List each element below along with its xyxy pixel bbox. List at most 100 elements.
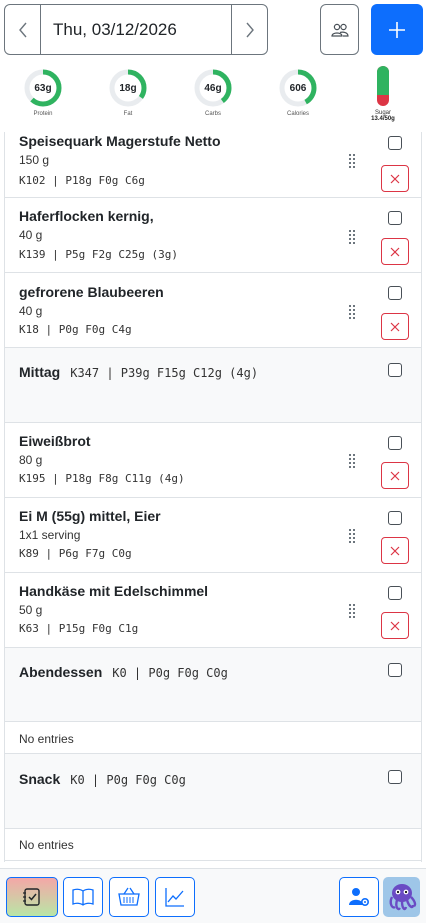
no-entries-text: No entries [19,732,74,746]
diary-check-icon [23,888,40,906]
food-name: Ei M (55g) mittel, Eier [19,508,161,524]
chevron-right-icon [245,22,254,37]
food-name: Handkäse mit Edelschimmel [19,583,209,599]
close-icon [390,247,400,256]
meal-section-snack[interactable]: Snack K0 | P0g F0g C0g [5,754,421,829]
drag-handle-icon[interactable] [348,529,356,543]
delete-button[interactable] [381,537,409,564]
section-macros: K0 | P0g F0g C0g [112,666,228,680]
delete-button[interactable] [381,165,409,192]
section-name: Mittag [19,364,61,380]
select-checkbox[interactable] [388,363,402,377]
close-icon [390,621,400,630]
sugar-value: 13.4/50g [371,116,395,122]
delete-button[interactable] [381,612,409,639]
select-checkbox[interactable] [388,286,402,300]
gauge-value: 46g [204,82,222,94]
food-amount: 1x1 serving [19,528,81,542]
empty-row: No entries [5,722,421,754]
food-amount: 40 g [19,304,43,318]
food-macros: K102 | P18g F0g C6g [19,174,145,187]
food-amount: 50 g [19,603,43,617]
select-checkbox[interactable] [388,663,402,677]
food-amount: 80 g [19,453,43,467]
list-item[interactable]: Speisequark Magerstufe Netto 150 g K102 … [5,132,421,198]
gauge-value: 18g [119,82,137,94]
section-macros: K0 | P0g F0g C0g [70,773,186,787]
date-picker: Thu, 03/12/2026 [4,4,268,55]
gauge-label: Fat [123,111,133,117]
gauge-value: 63g [34,82,52,94]
close-icon [390,546,400,555]
app: Thu, 03/12/2026 63g Protein 18g Fat 46g … [0,0,426,923]
octopus-avatar-icon [389,884,416,911]
section-header: Abendessen K0 | P0g F0g C0g [19,664,228,680]
list-item[interactable]: gefrorene Blaubeeren 40 g K18 | P0g F0g … [5,273,421,348]
select-checkbox[interactable] [388,436,402,450]
people-icon [330,23,349,37]
meal-section-abendessen[interactable]: Abendessen K0 | P0g F0g C0g [5,648,421,722]
list-item[interactable]: Haferflocken kernig, 40 g K139 | P5g F2g… [5,198,421,273]
food-macros: K18 | P0g F0g C4g [19,323,132,336]
drag-handle-icon[interactable] [348,305,356,319]
gauge-ring: 63g [23,68,63,108]
list-item[interactable]: Handkäse mit Edelschimmel 50 g K63 | P15… [5,573,421,648]
next-day-button[interactable] [231,5,267,54]
plus-icon [389,21,405,38]
empty-row: No entries [5,829,421,861]
select-checkbox[interactable] [388,211,402,225]
close-icon [390,322,400,331]
food-macros: K139 | P5g F2g C25g (3g) [19,248,178,261]
drag-handle-icon[interactable] [348,230,356,244]
gauge-ring: 606 [278,68,318,108]
meal-section-mittag[interactable]: Mittag K347 | P39g F15g C12g (4g) [5,348,421,423]
add-entry-button[interactable] [371,4,423,55]
food-amount: 150 g [19,153,50,167]
drag-handle-icon[interactable] [348,154,356,168]
chevron-left-icon [18,22,27,37]
select-checkbox[interactable] [388,136,402,150]
nav-shopping-button[interactable] [109,877,149,917]
food-name: gefrorene Blaubeeren [19,284,164,300]
avatar[interactable] [383,877,420,917]
delete-button[interactable] [381,238,409,265]
food-amount: 40 g [19,228,43,242]
calories-gauge: 606 Calories [268,62,328,117]
nav-recipes-button[interactable] [63,877,103,917]
gauge-ring: 18g [108,68,148,108]
food-macros: K63 | P15g F0g C1g [19,622,139,635]
select-checkbox[interactable] [388,511,402,525]
user-settings-icon [349,888,370,907]
drag-handle-icon[interactable] [348,604,356,618]
nav-diary-button[interactable] [6,877,58,917]
food-macros: K89 | P6g F7g C0g [19,547,132,560]
no-entries-text: No entries [19,838,74,852]
gauge-label: Carbs [204,111,221,117]
select-checkbox[interactable] [388,770,402,784]
friends-button[interactable] [320,4,359,55]
food-name: Speisequark Magerstufe Netto [19,133,221,149]
section-name: Snack [19,771,61,787]
previous-day-button[interactable] [5,5,41,54]
list-item[interactable]: Eiweißbrot 80 g K195 | P18g F8g C11g (4g… [5,423,421,498]
gauge-label: Calories [286,111,309,117]
nav-user-settings-button[interactable] [339,877,379,917]
gauge-value: 606 [289,82,307,94]
section-macros: K347 | P39g F15g C12g (4g) [70,366,259,380]
chart-icon [165,888,184,907]
delete-button[interactable] [381,462,409,489]
delete-button[interactable] [381,313,409,340]
protein-gauge: 63g Protein [13,62,73,117]
drag-handle-icon[interactable] [348,454,356,468]
nav-stats-button[interactable] [155,877,195,917]
gauge-ring: 46g [193,68,233,108]
date-display[interactable]: Thu, 03/12/2026 [41,5,231,54]
food-name: Haferflocken kernig, [19,208,154,224]
top-bar: Thu, 03/12/2026 [4,4,423,55]
macro-summary: 63g Protein 18g Fat 46g Carbs 606 Calori… [0,62,426,132]
select-checkbox[interactable] [388,586,402,600]
sugar-bar [377,66,389,106]
section-name: Abendessen [19,664,103,680]
gauge-label: Protein [33,111,53,117]
list-item[interactable]: Ei M (55g) mittel, Eier 1x1 serving K89 … [5,498,421,573]
